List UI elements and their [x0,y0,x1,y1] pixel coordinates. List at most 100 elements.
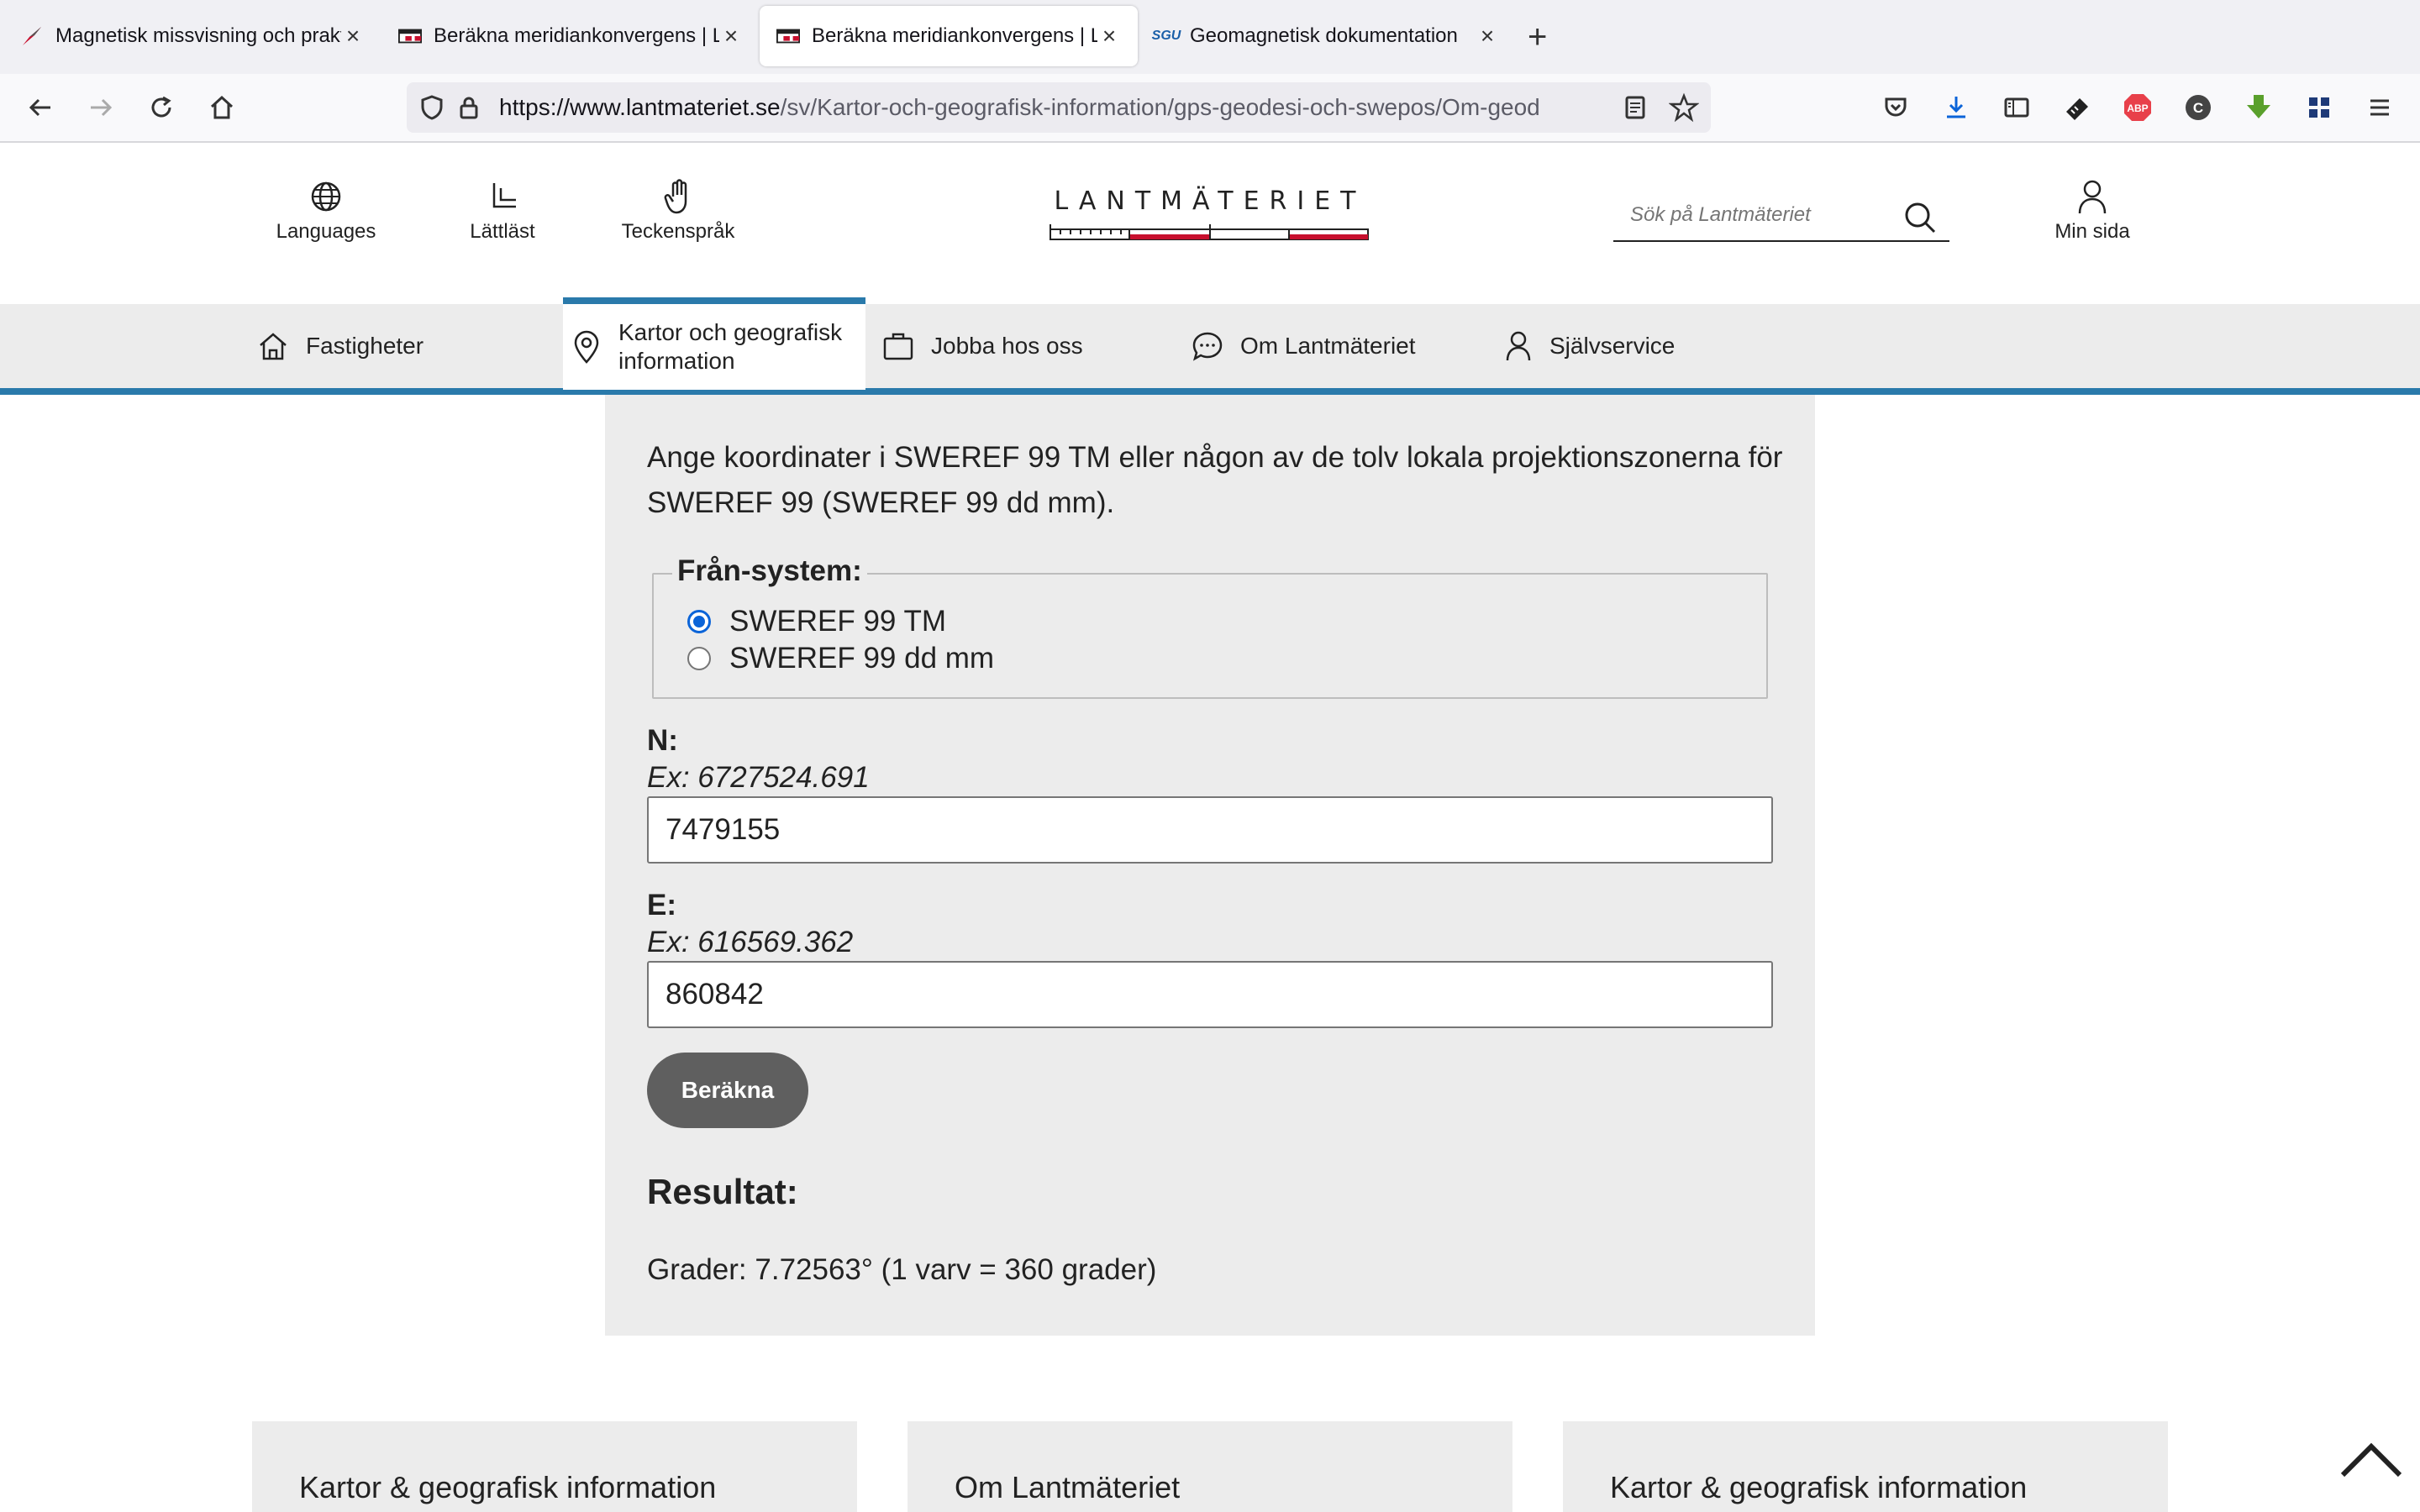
browser-tab-active[interactable]: Beräkna meridiankonvergens | L × [760,6,1138,66]
ruler-extension-icon[interactable] [2059,89,2096,126]
result-text: Grader: 7.72563° (1 varv = 360 grader) [647,1253,1157,1286]
calculator-panel: Ange koordinater i SWEREF 99 TM eller nå… [605,395,1815,1336]
footer-card[interactable]: Kartor & geografisk information [252,1421,857,1512]
new-tab-icon[interactable]: + [1528,17,1547,57]
footer-card-title: Kartor & geografisk information [1610,1470,2028,1504]
e-label: E: [647,889,676,921]
back-icon[interactable] [22,89,59,126]
shield-icon[interactable] [418,94,445,127]
footer-card[interactable]: Kartor & geografisk information [1563,1421,2168,1512]
user-icon [2044,178,2141,215]
languages-label: Languages [276,220,376,243]
briefcase-icon [882,331,914,361]
search-icon[interactable] [1902,200,1938,239]
logo-scale-bar [1050,224,1369,240]
nav-item-fastigheter[interactable]: Fastigheter [257,304,424,388]
downloads-icon[interactable] [1938,89,1975,126]
c-extension-icon[interactable]: C [2180,89,2217,126]
user-icon [1504,330,1533,362]
footer-card[interactable]: Om Lantmäteriet [908,1421,1512,1512]
e-example: Ex: 616569.362 [647,926,854,958]
lantmateriet-logo[interactable]: LANTMÄTERIET [1049,186,1371,245]
site-header: Languages Lättläst Teckenspråk LANTMÄTER… [0,143,2420,304]
chat-bubble-icon [1192,330,1223,362]
nav-label: Kartor och geografisk information [618,319,843,374]
url-bar[interactable]: https://www.lantmateriet.se/sv/Kartor-oc… [407,82,1711,133]
close-tab-icon[interactable]: × [341,23,365,50]
back-to-top-icon[interactable] [2338,1436,2405,1487]
globe-icon [267,178,385,215]
reader-mode-icon[interactable] [1622,94,1649,127]
c-extension-text: C [2193,100,2203,116]
browser-tab-bar: Magnetisk missvisning och praktisk × Ber… [0,0,2420,74]
url-text[interactable]: https://www.lantmateriet.se/sv/Kartor-oc… [499,94,1591,121]
adblock-plus-icon[interactable]: ABP [2119,89,2156,126]
pocket-icon[interactable] [1877,89,1914,126]
nav-item-om[interactable]: Om Lantmäteriet [1192,304,1416,388]
teckensprak-link[interactable]: Teckenspråk [613,178,743,244]
lock-icon[interactable] [455,94,482,127]
result-heading: Resultat: [647,1172,798,1211]
intro-text: Ange koordinater i SWEREF 99 TM eller nå… [647,441,1783,519]
calculate-button[interactable]: Beräkna [647,1053,808,1128]
close-tab-icon[interactable]: × [1476,23,1499,50]
home-icon[interactable] [203,89,240,126]
lattlast-label: Lättläst [470,220,535,243]
radio-button[interactable] [687,647,711,670]
from-system-fieldset: Från-system: SWEREF 99 TM SWEREF 99 dd m… [652,554,1768,699]
radio-label: SWEREF 99 dd mm [729,642,995,675]
min-sida-link[interactable]: Min sida [2044,178,2141,244]
radio-option-sweref-tm[interactable]: SWEREF 99 TM [687,605,946,638]
nav-item-kartor[interactable]: Kartor och geografisk information [563,297,865,390]
e-coordinate-input[interactable] [647,961,1773,1028]
nav-label: Om Lantmäteriet [1240,333,1416,359]
tab-title: Geomagnetisk dokumentation [1190,24,1458,47]
menu-icon[interactable] [2361,89,2398,126]
nav-item-jobba[interactable]: Jobba hos oss [882,304,1083,388]
nav-label: Självservice [1549,333,1676,359]
forward-icon[interactable] [82,89,119,126]
location-pin-icon [571,330,602,364]
tab-title: Magnetisk missvisning och praktisk [55,24,341,47]
main-navigation: Fastigheter Kartor och geografisk inform… [0,297,2420,395]
tab-title: Beräkna meridiankonvergens | L [812,24,1097,47]
url-path: /sv/Kartor-och-geografisk-information/gp… [780,94,1540,120]
n-coordinate-input[interactable] [647,796,1773,864]
logo-wordmark: LANTMÄTERIET [1054,186,1366,216]
site-search[interactable] [1613,190,1949,242]
sidebar-icon[interactable] [1998,89,2035,126]
grid-extension-icon[interactable] [2301,89,2338,126]
bookmark-star-icon[interactable] [1668,92,1700,129]
n-label: N: [647,724,678,757]
hand-icon [613,178,743,215]
radio-button-checked[interactable] [687,610,711,633]
easy-read-icon [460,178,544,215]
browser-nav-bar: https://www.lantmateriet.se/sv/Kartor-oc… [0,74,2420,143]
nav-label: Fastigheter [306,333,424,359]
from-system-legend: Från-system: [672,554,867,588]
url-host: https://www.lantmateriet.se [499,94,781,120]
teckensprak-label: Teckenspråk [621,220,735,243]
lantmateriet-flag-icon [776,24,800,48]
radio-option-sweref-ddmm[interactable]: SWEREF 99 dd mm [687,642,994,675]
nav-item-sjalvservice[interactable]: Självservice [1504,304,1675,388]
green-download-extension-icon[interactable] [2240,89,2277,126]
tab-title: Beräkna meridiankonvergens | L [434,24,719,47]
compass-icon [20,24,44,48]
sgu-icon: SGU [1151,29,1181,43]
min-sida-label: Min sida [2054,220,2130,243]
languages-link[interactable]: Languages [267,178,385,244]
n-example: Ex: 6727524.691 [647,761,870,794]
close-tab-icon[interactable]: × [719,23,743,50]
search-input[interactable] [1613,203,1891,227]
browser-tab[interactable]: Magnetisk missvisning och praktisk × [3,6,381,66]
browser-tab[interactable]: SGU Geomagnetisk dokumentation × [1138,6,1516,66]
radio-label: SWEREF 99 TM [729,605,947,638]
close-tab-icon[interactable]: × [1097,23,1121,50]
lattlast-link[interactable]: Lättläst [460,178,544,244]
nav-label: Jobba hos oss [931,333,1083,359]
browser-tab[interactable]: Beräkna meridiankonvergens | L × [381,6,760,66]
footer-card-title: Kartor & geografisk information [299,1470,717,1504]
lantmateriet-flag-icon [398,24,422,48]
reload-icon[interactable] [143,89,180,126]
